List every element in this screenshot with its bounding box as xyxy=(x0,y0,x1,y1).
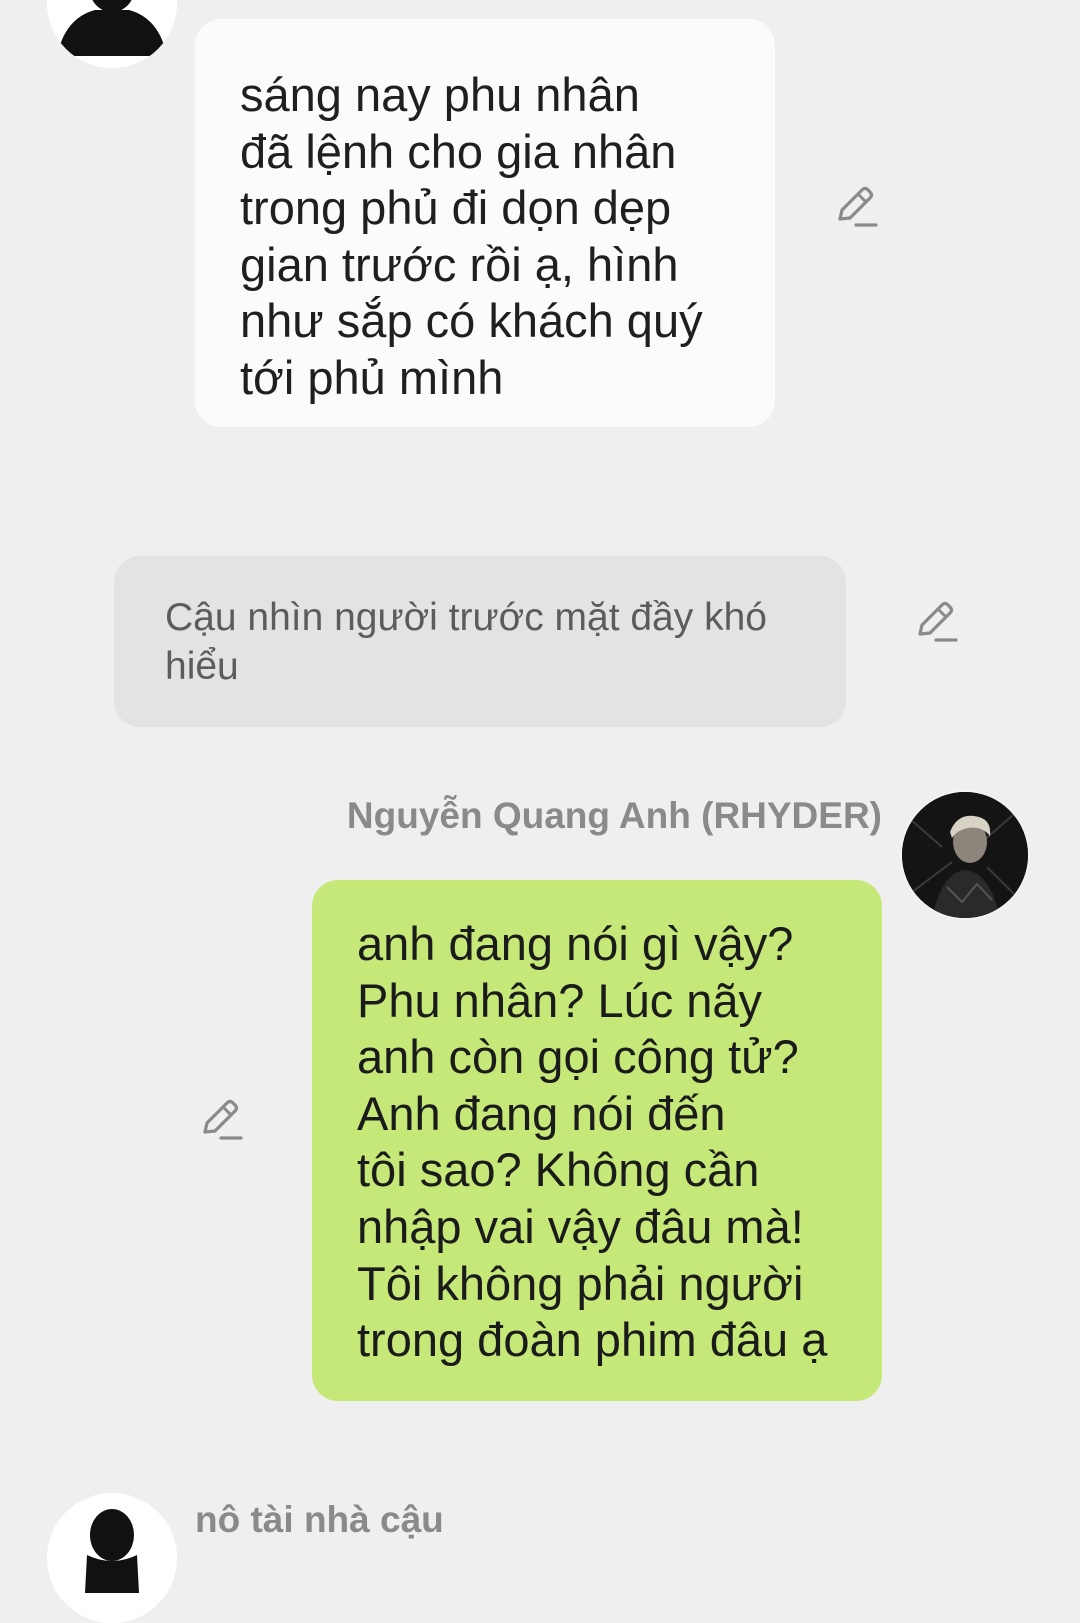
incoming-message-bubble: sáng nay phu nhân đã lệnh cho gia nhân t… xyxy=(195,19,775,427)
outgoing-message-bubble: anh đang nói gì vậy? Phu nhân? Lúc nãy a… xyxy=(312,880,882,1401)
user-photo-icon xyxy=(902,792,1028,918)
edit-outgoing-button[interactable] xyxy=(199,1098,245,1144)
pencil-edit-icon xyxy=(838,186,878,227)
pencil-edit-icon xyxy=(918,601,958,642)
user-avatar[interactable] xyxy=(900,790,1030,920)
edit-message-button[interactable] xyxy=(834,185,880,231)
silhouette-avatar-icon xyxy=(47,1493,177,1623)
silhouette-avatar-icon xyxy=(47,0,177,68)
edit-narration-button[interactable] xyxy=(914,600,960,646)
pencil-edit-icon xyxy=(203,1099,243,1140)
narration-message-bubble: Cậu nhìn người trước mặt đầy khó hiểu xyxy=(114,556,846,727)
sender-name-outgoing: Nguyễn Quang Anh (RHYDER) xyxy=(346,795,882,836)
sender-name-incoming: nô tài nhà cậu xyxy=(195,1499,444,1540)
contact-avatar-top[interactable] xyxy=(47,0,177,68)
contact-avatar-bottom[interactable] xyxy=(47,1493,177,1623)
